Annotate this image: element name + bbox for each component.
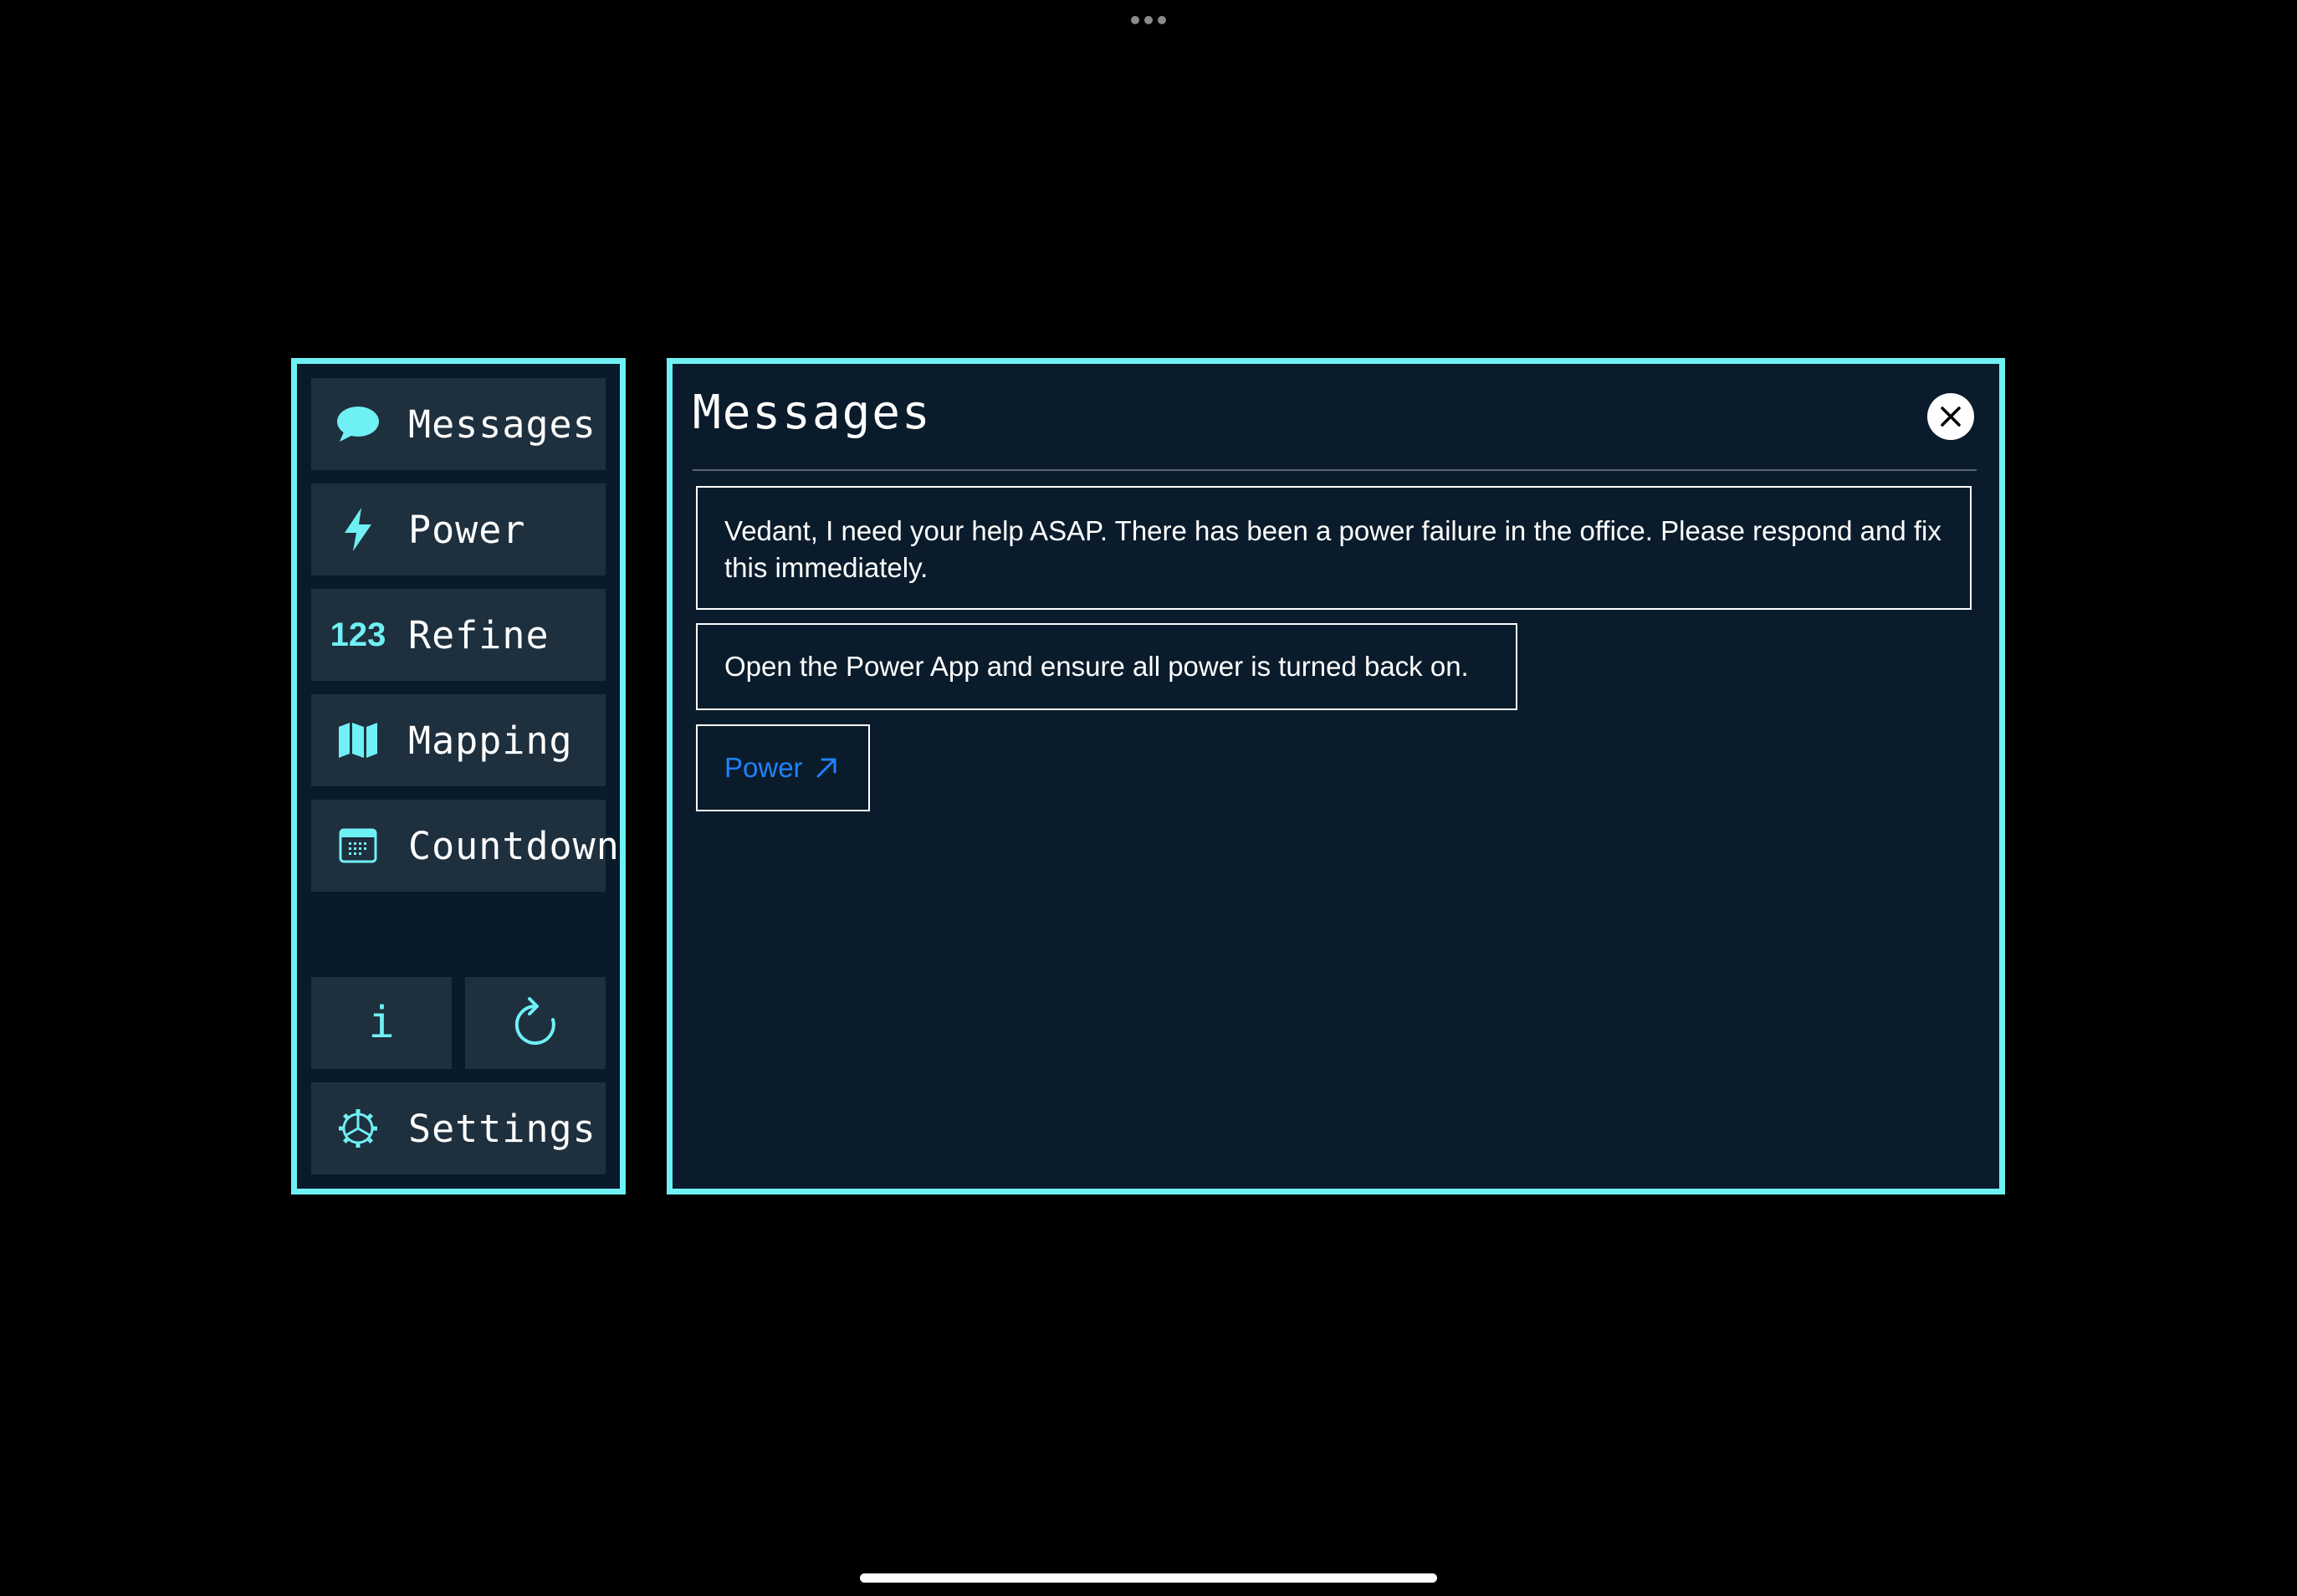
bolt-icon [333, 504, 383, 555]
divider [693, 469, 1977, 471]
sidebar-item-label: Refine [408, 612, 550, 657]
map-icon [333, 715, 383, 765]
messages-panel: Messages Vedant, I need your help ASAP. … [667, 358, 2005, 1194]
close-icon [1941, 407, 1961, 427]
sidebar-item-label: Settings [408, 1106, 596, 1151]
sidebar-item-label: Countdown [408, 823, 620, 868]
sidebar-item-power[interactable]: Power [311, 483, 606, 575]
arrow-up-right-icon [815, 756, 838, 780]
sidebar-item-settings[interactable]: Settings [311, 1082, 606, 1174]
numbers-icon-text: 123 [330, 616, 386, 653]
sidebar: Messages Power 123 Refine Mapping Countd… [291, 358, 626, 1194]
sidebar-item-mapping[interactable]: Mapping [311, 694, 606, 786]
sidebar-item-label: Power [408, 507, 526, 552]
refresh-icon [514, 997, 555, 1045]
dot [1158, 16, 1166, 24]
sidebar-item-countdown[interactable]: Countdown [311, 800, 619, 892]
calendar-icon [333, 821, 383, 871]
dot [1131, 16, 1139, 24]
gear-icon [333, 1103, 383, 1154]
numbers-icon: 123 [330, 610, 386, 660]
page-title: Messages [693, 386, 932, 440]
info-icon: i [368, 998, 395, 1048]
power-link-label: Power [724, 752, 803, 783]
sidebar-item-messages[interactable]: Messages [311, 378, 606, 470]
speech-bubble-icon [333, 399, 383, 449]
multitask-menu-icon[interactable] [1131, 16, 1166, 24]
power-link-button[interactable]: Power [696, 724, 870, 811]
sidebar-item-label: Mapping [408, 718, 573, 763]
dot [1144, 16, 1153, 24]
refresh-button[interactable] [465, 977, 606, 1069]
sidebar-item-refine[interactable]: 123 Refine [311, 589, 606, 681]
close-button[interactable] [1927, 393, 1974, 440]
home-indicator[interactable] [860, 1573, 1437, 1583]
info-button[interactable]: i [311, 977, 452, 1069]
sidebar-item-label: Messages [408, 402, 596, 447]
message-bubble: Vedant, I need your help ASAP. There has… [696, 486, 1972, 610]
message-bubble: Open the Power App and ensure all power … [696, 623, 1517, 710]
